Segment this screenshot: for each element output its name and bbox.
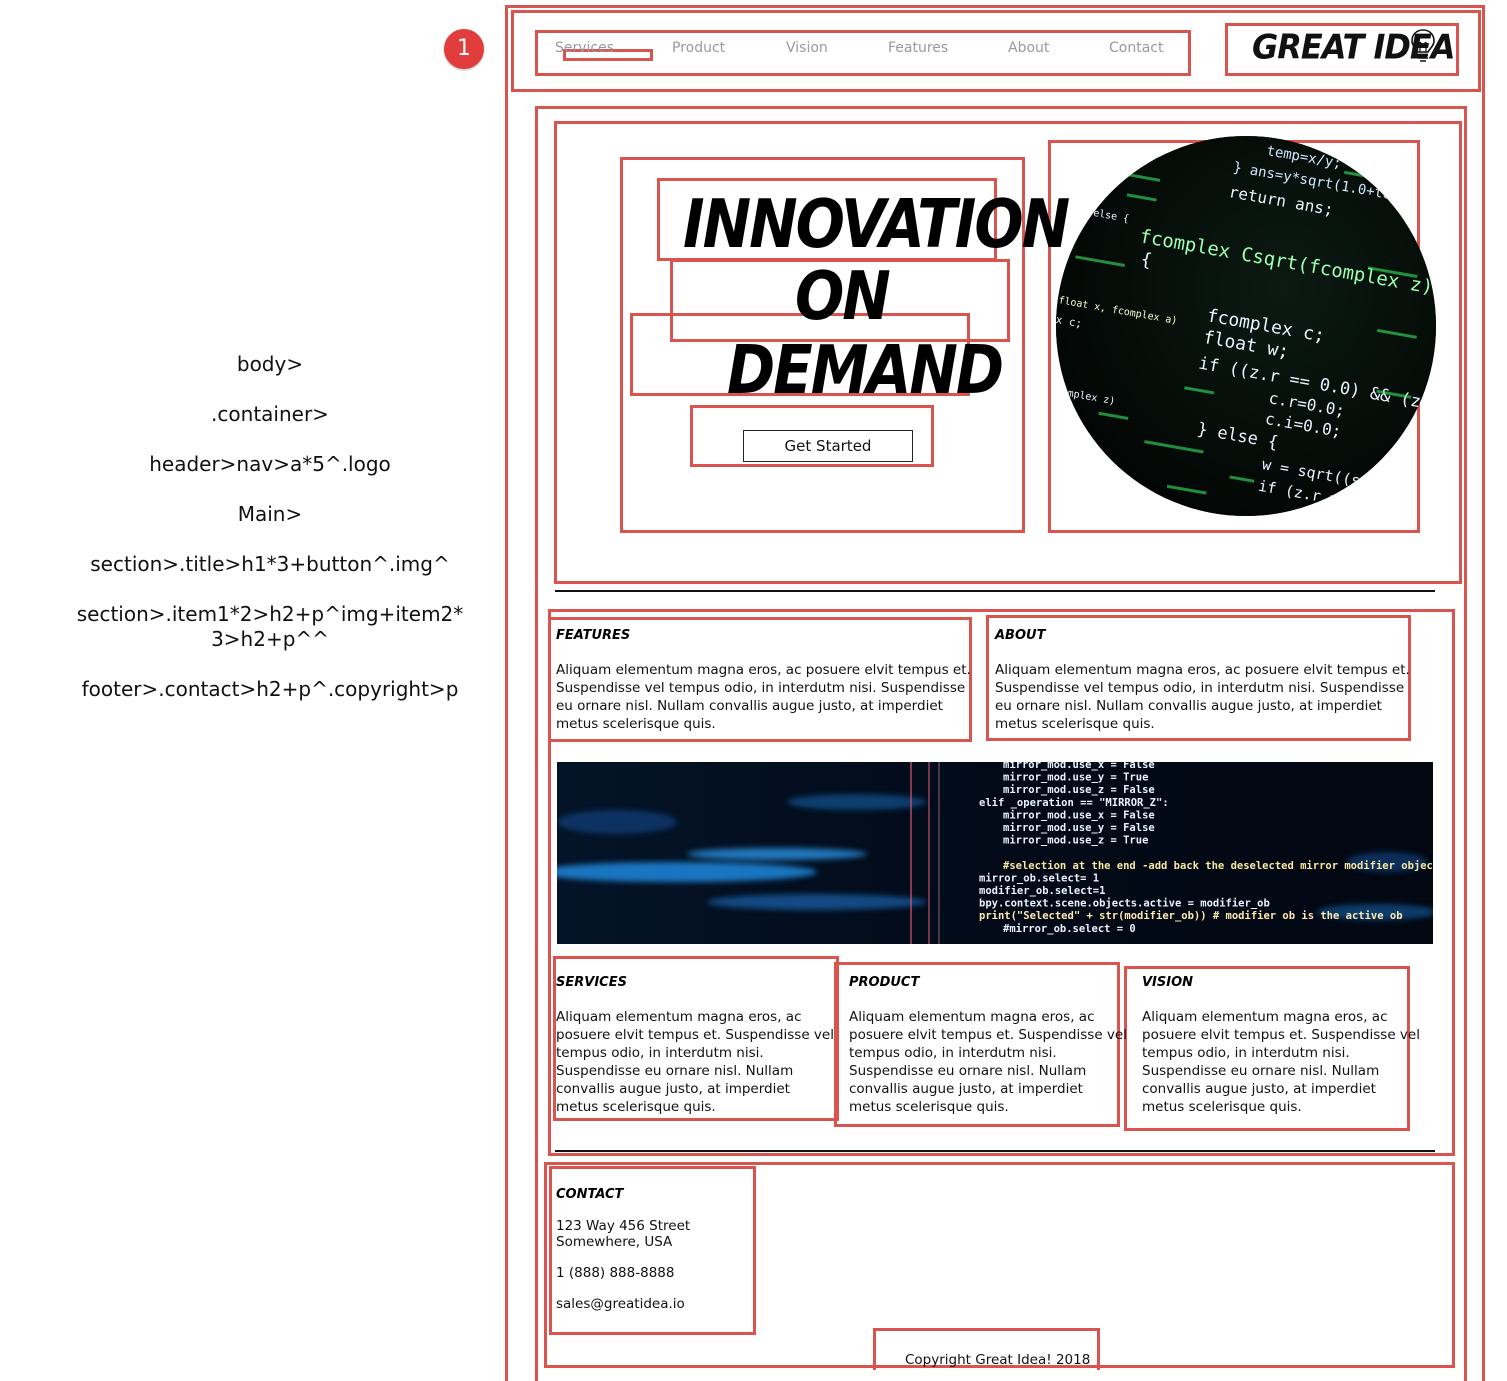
about-heading: ABOUT <box>995 628 1046 643</box>
banner-code-line: mirror_mod.use_x = False <box>1003 809 1155 821</box>
contact-email[interactable]: sales@greatidea.io <box>556 1296 685 1312</box>
banner-code-line: mirror_mod.use_z = False <box>1003 784 1155 796</box>
annotation-main: Main> <box>237 502 303 526</box>
get-started-button[interactable]: Get Started <box>743 430 913 462</box>
banner-code-line: mirror_mod.use_z = True <box>1003 835 1148 847</box>
about-text: Aliquam elementum magna eros, ac posuere… <box>995 662 1410 732</box>
annotation-section-title: section>.title>h1*3+button^.img^ <box>90 552 450 576</box>
banner-code-line: mirror_mod.use_y = True <box>1003 772 1148 784</box>
annotation-header: header>nav>a*5^.logo <box>149 452 391 476</box>
lightbulb-icon <box>1411 29 1435 62</box>
vision-text: Aliquam elementum magna eros, ac posuere… <box>1142 1009 1420 1115</box>
contact-phone: 1 (888) 888-8888 <box>556 1265 675 1281</box>
banner-code-line: bpy.context.scene.objects.active = modif… <box>979 898 1270 910</box>
contact-address-line-2: Somewhere, USA <box>556 1234 673 1250</box>
code-banner-image: mirror_mod.use_x = False mirror_mod.use_y… <box>557 762 1433 944</box>
nav-link-vision[interactable]: Vision <box>786 40 828 56</box>
hero-heading-line-3: DEMAND <box>727 330 1004 410</box>
banner-code-line: mirror_mod.use_x = False <box>1003 762 1155 771</box>
code-circle-image: temp=x/y;} ans=y*sqrt(1.0+temp*t return a… <box>1056 136 1436 516</box>
banner-code-line: modifier_ob.select=1 <box>979 885 1105 897</box>
product-text: Aliquam elementum magna eros, ac posuere… <box>849 1009 1127 1115</box>
nav-link-features[interactable]: Features <box>888 40 948 56</box>
nav-link-about[interactable]: About <box>1008 40 1049 56</box>
divider-1 <box>555 590 1435 592</box>
hero-heading-line-2: ON <box>795 256 891 336</box>
nav-link-product[interactable]: Product <box>672 40 725 56</box>
features-text: Aliquam elementum magna eros, ac posuere… <box>556 662 971 732</box>
contact-address-line-1: 123 Way 456 Street <box>556 1218 691 1234</box>
banner-code-line: mirror_ob.select= 1 <box>979 872 1099 884</box>
copyright-text: Copyright Great Idea! 2018 <box>905 1352 1091 1368</box>
contact-heading: CONTACT <box>556 1187 624 1202</box>
code-banner-graphic: mirror_mod.use_x = Falsemirror_mod.use_y… <box>557 762 1433 944</box>
divider-2 <box>555 1150 1435 1152</box>
banner-code-line: #mirror_ob.select = 0 <box>1003 923 1136 935</box>
nav-link-contact[interactable]: Contact <box>1109 40 1163 56</box>
banner-code-line: #selection at the end -add back the dese… <box>1003 860 1433 872</box>
step-badge: 1 <box>444 29 484 69</box>
annotation-container: .container> <box>211 402 329 426</box>
annotation-section-items: section>.item1*2>h2+p^img+item2* 3>h2+p^… <box>76 602 464 651</box>
code-circle-graphic: temp=x/y;} ans=y*sqrt(1.0+temp*treturn a… <box>1056 136 1436 516</box>
nav-link-services[interactable]: Services <box>555 40 614 56</box>
banner-code-line: mirror_mod.use_y = False <box>1003 822 1155 834</box>
services-text: Aliquam elementum magna eros, ac posuere… <box>556 1009 834 1115</box>
features-heading: FEATURES <box>556 628 631 643</box>
annotation-footer: footer>.contact>h2+p^.copyright>p <box>81 677 459 701</box>
hero-heading-line-1: INNOVATION <box>683 184 1070 264</box>
vision-heading: VISION <box>1142 975 1194 990</box>
annotation-body: body> <box>236 352 304 376</box>
services-heading: SERVICES <box>556 975 627 990</box>
product-heading: PRODUCT <box>849 975 920 990</box>
banner-code-line: print("Selected" + str(modifier_ob)) # m… <box>979 910 1403 922</box>
banner-code-line: elif _operation == "MIRROR_Z": <box>979 797 1169 809</box>
